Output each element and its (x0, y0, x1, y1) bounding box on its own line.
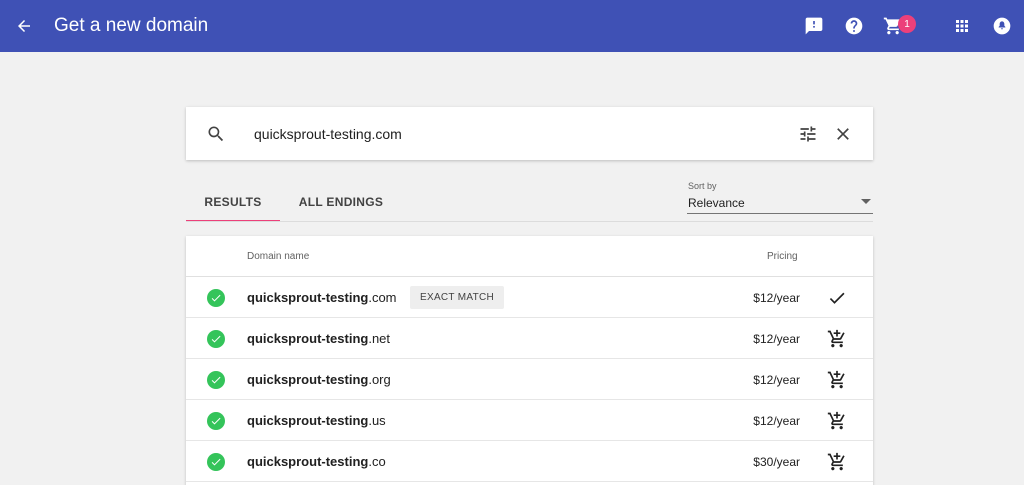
domain-name: quicksprout-testing.net (247, 331, 390, 346)
add-to-cart-button[interactable] (824, 449, 850, 475)
table-header: Domain name Pricing (186, 236, 873, 277)
feedback-button[interactable] (798, 10, 830, 42)
domain-name: quicksprout-testing.com (247, 290, 397, 305)
domain-name: quicksprout-testing.us (247, 413, 386, 428)
available-check-icon (207, 289, 225, 307)
close-icon (837, 128, 849, 140)
add-to-cart-button[interactable] (824, 408, 850, 434)
domain-base: quicksprout-testing (247, 454, 369, 469)
sort-by-dropdown[interactable]: Sort by Relevance (687, 180, 873, 214)
table-row[interactable]: quicksprout-testing.co $30/year (186, 441, 873, 482)
domain-tld: .us (368, 413, 386, 428)
back-button[interactable] (4, 6, 44, 46)
column-header-pricing: Pricing (767, 251, 798, 262)
table-row[interactable]: quicksprout-testing.org $12/year (186, 359, 873, 400)
exact-match-badge: EXACT MATCH (410, 286, 505, 309)
apps-button[interactable] (946, 10, 978, 42)
column-header-domain: Domain name (247, 251, 310, 262)
filter-button[interactable] (795, 121, 821, 147)
domain-base: quicksprout-testing (247, 331, 369, 346)
domain-price: $30/year (753, 455, 800, 469)
search-icon (208, 126, 224, 142)
tabs-divider (186, 221, 873, 222)
selected-check-button[interactable] (824, 285, 850, 311)
add-to-cart-button[interactable] (824, 367, 850, 393)
add-to-cart-icon (827, 370, 845, 389)
tab-results[interactable]: RESULTS (186, 184, 280, 222)
add-to-cart-icon (827, 329, 845, 348)
account-icon (993, 17, 1011, 35)
table-row[interactable]: quicksprout-testing.com EXACT MATCH $12/… (186, 277, 873, 318)
domain-price: $12/year (753, 414, 800, 428)
search-input[interactable] (254, 121, 774, 147)
tab-all-endings[interactable]: ALL ENDINGS (286, 184, 396, 222)
available-check-icon (207, 412, 225, 430)
filter-tune-icon (800, 126, 816, 142)
app-bar: Get a new domain 1 (0, 0, 1024, 52)
domain-tld: .com (368, 290, 397, 305)
dropdown-arrow-icon (861, 199, 871, 204)
sort-by-value: Relevance (688, 196, 745, 210)
sort-by-label: Sort by (688, 181, 717, 191)
apps-grid-icon (956, 20, 968, 32)
domain-price: $12/year (753, 373, 800, 387)
domain-tld: .org (368, 372, 391, 387)
domain-base: quicksprout-testing (247, 413, 369, 428)
search-icon-container (204, 122, 228, 146)
domain-tld: .net (368, 331, 391, 346)
domain-price: $12/year (753, 332, 800, 346)
available-check-icon (207, 371, 225, 389)
available-check-icon (207, 330, 225, 348)
clear-search-button[interactable] (830, 121, 856, 147)
domain-base: quicksprout-testing (247, 372, 369, 387)
check-icon (829, 292, 845, 304)
help-button[interactable] (838, 10, 870, 42)
domain-tld: .co (368, 454, 386, 469)
domain-base: quicksprout-testing (247, 290, 369, 305)
domain-price: $12/year (753, 291, 800, 305)
help-icon (845, 17, 863, 35)
available-check-icon (207, 453, 225, 471)
add-to-cart-icon (827, 452, 845, 471)
table-row[interactable]: quicksprout-testing.net $12/year (186, 318, 873, 359)
page-title: Get a new domain (54, 15, 209, 36)
domain-name: quicksprout-testing.co (247, 454, 386, 469)
feedback-icon (805, 17, 823, 35)
back-arrow-icon (18, 20, 30, 32)
add-to-cart-icon (827, 411, 845, 430)
domain-search-bar (186, 107, 873, 160)
domain-name: quicksprout-testing.org (247, 372, 391, 387)
cart-count-badge: 1 (898, 15, 916, 33)
add-to-cart-button[interactable] (824, 326, 850, 352)
results-table: Domain name Pricing quicksprout-testing.… (186, 236, 873, 485)
account-button[interactable] (986, 10, 1018, 42)
table-row[interactable]: quicksprout-testing.us $12/year (186, 400, 873, 441)
